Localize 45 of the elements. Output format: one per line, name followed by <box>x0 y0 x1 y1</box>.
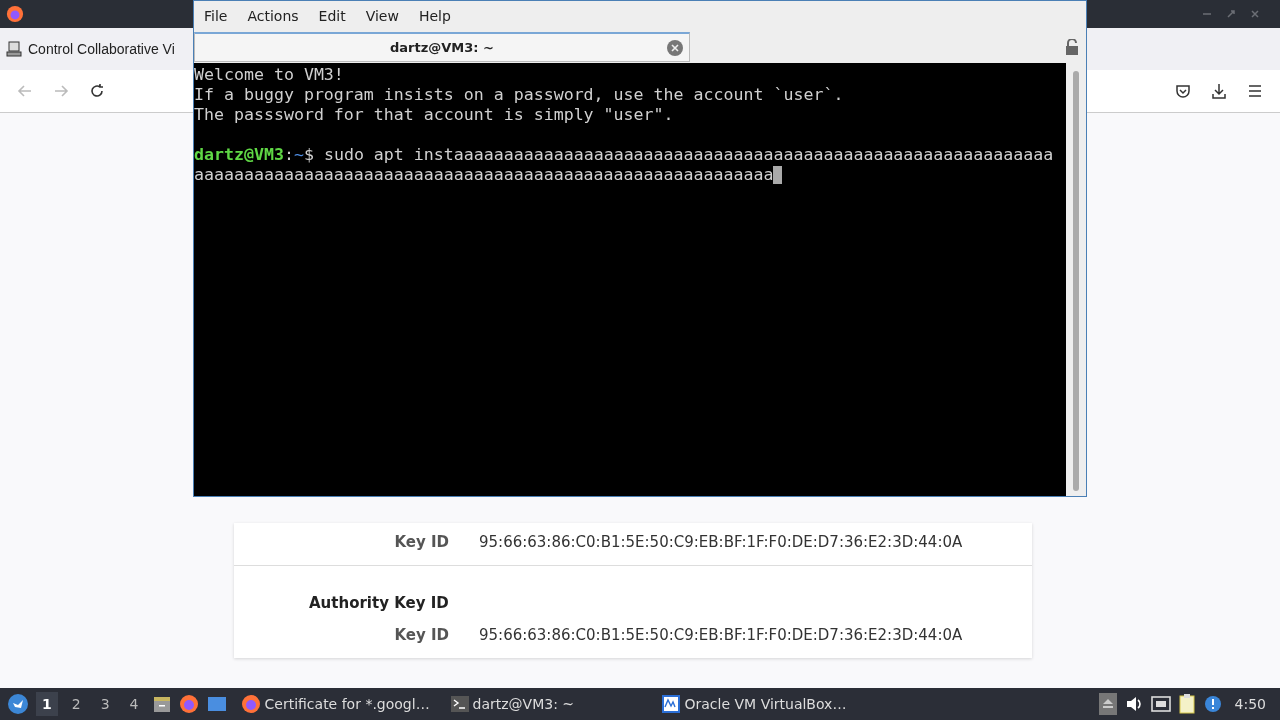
workspace-button[interactable]: 1 <box>36 692 58 716</box>
desktop-icon[interactable] <box>206 695 227 713</box>
terminal-icon <box>450 696 469 712</box>
maximize-icon[interactable] <box>1226 9 1236 19</box>
download-icon[interactable] <box>1210 82 1228 100</box>
notification-icon[interactable] <box>1204 696 1221 712</box>
network-icon[interactable] <box>1150 696 1171 712</box>
menu-item[interactable]: Help <box>410 6 459 26</box>
monitor-icon <box>660 694 681 714</box>
browser-tab[interactable]: Control Collaborative Vi <box>0 41 181 57</box>
menu-item[interactable]: Actions <box>239 6 307 26</box>
eject-icon[interactable] <box>1098 693 1117 715</box>
tab-title: Control Collaborative Vi <box>28 41 175 57</box>
pocket-icon[interactable] <box>1174 82 1192 100</box>
menu-item[interactable]: Edit <box>310 6 354 26</box>
field-value: 95:66:63:86:C0:B1:5E:50:C9:EB:BF:1F:F0:DE:D7:36:E2:3D:44:0A <box>479 533 963 551</box>
field-value: 95:66:63:86:C0:B1:5E:50:C9:EB:BF:1F:F0:DE:D7:36:E2:3D:44:0A <box>479 626 963 644</box>
taskbar-button[interactable]: Oracle VM VirtualBox… <box>654 694 857 714</box>
field-label: Key ID <box>393 626 450 644</box>
tab-title: dartz@VM3: ~ <box>390 40 494 55</box>
workspace-button[interactable]: 3 <box>94 692 116 716</box>
menu-item[interactable]: View <box>357 6 407 26</box>
scrollbar-thumb[interactable] <box>1073 71 1079 491</box>
taskbar-button[interactable]: Certificate for *.googl… <box>234 694 437 714</box>
padlock-icon <box>1065 39 1079 55</box>
computer-icon <box>6 41 22 57</box>
field-label: Key ID <box>393 533 450 551</box>
menu-icon[interactable] <box>1246 82 1264 100</box>
workspace-button[interactable]: 4 <box>123 692 145 716</box>
taskbar-button[interactable]: dartz@VM3: ~ <box>444 696 647 712</box>
menu-item[interactable]: File <box>196 6 236 26</box>
clock: 4:50 <box>1234 696 1266 712</box>
reload-icon[interactable] <box>88 82 106 100</box>
output-line: The passsword for that account is simply "user". <box>194 105 675 125</box>
clipboard-icon[interactable] <box>1178 694 1197 714</box>
output-line: Welcome to VM3! <box>194 65 345 85</box>
speaker-icon[interactable] <box>1124 695 1143 713</box>
close-icon[interactable] <box>1250 9 1260 19</box>
file-manager-icon[interactable] <box>152 695 171 713</box>
close-icon[interactable] <box>667 40 683 56</box>
command-line: dartz@VM3:~$ sudo apt instaaaaaaaaaaaaaaaaaaaaaaaaaaaaaaaaaaaaaaaaaaaaaaaaaaaaaaaaaaaaaaaaaaaaaaaaaaaaaaaaaaaaaaaaaaaaaaaaaaaaaaaaaaaaaaaaaaaaaa <box>194 145 1055 185</box>
terminal-tab[interactable]: dartz@VM3: ~ <box>194 32 690 62</box>
output-line: If a buggy program insists on a password, use the account `user`. <box>194 85 845 105</box>
workspace-button[interactable]: 2 <box>65 692 87 716</box>
section-heading: Authority Key ID <box>308 594 450 612</box>
